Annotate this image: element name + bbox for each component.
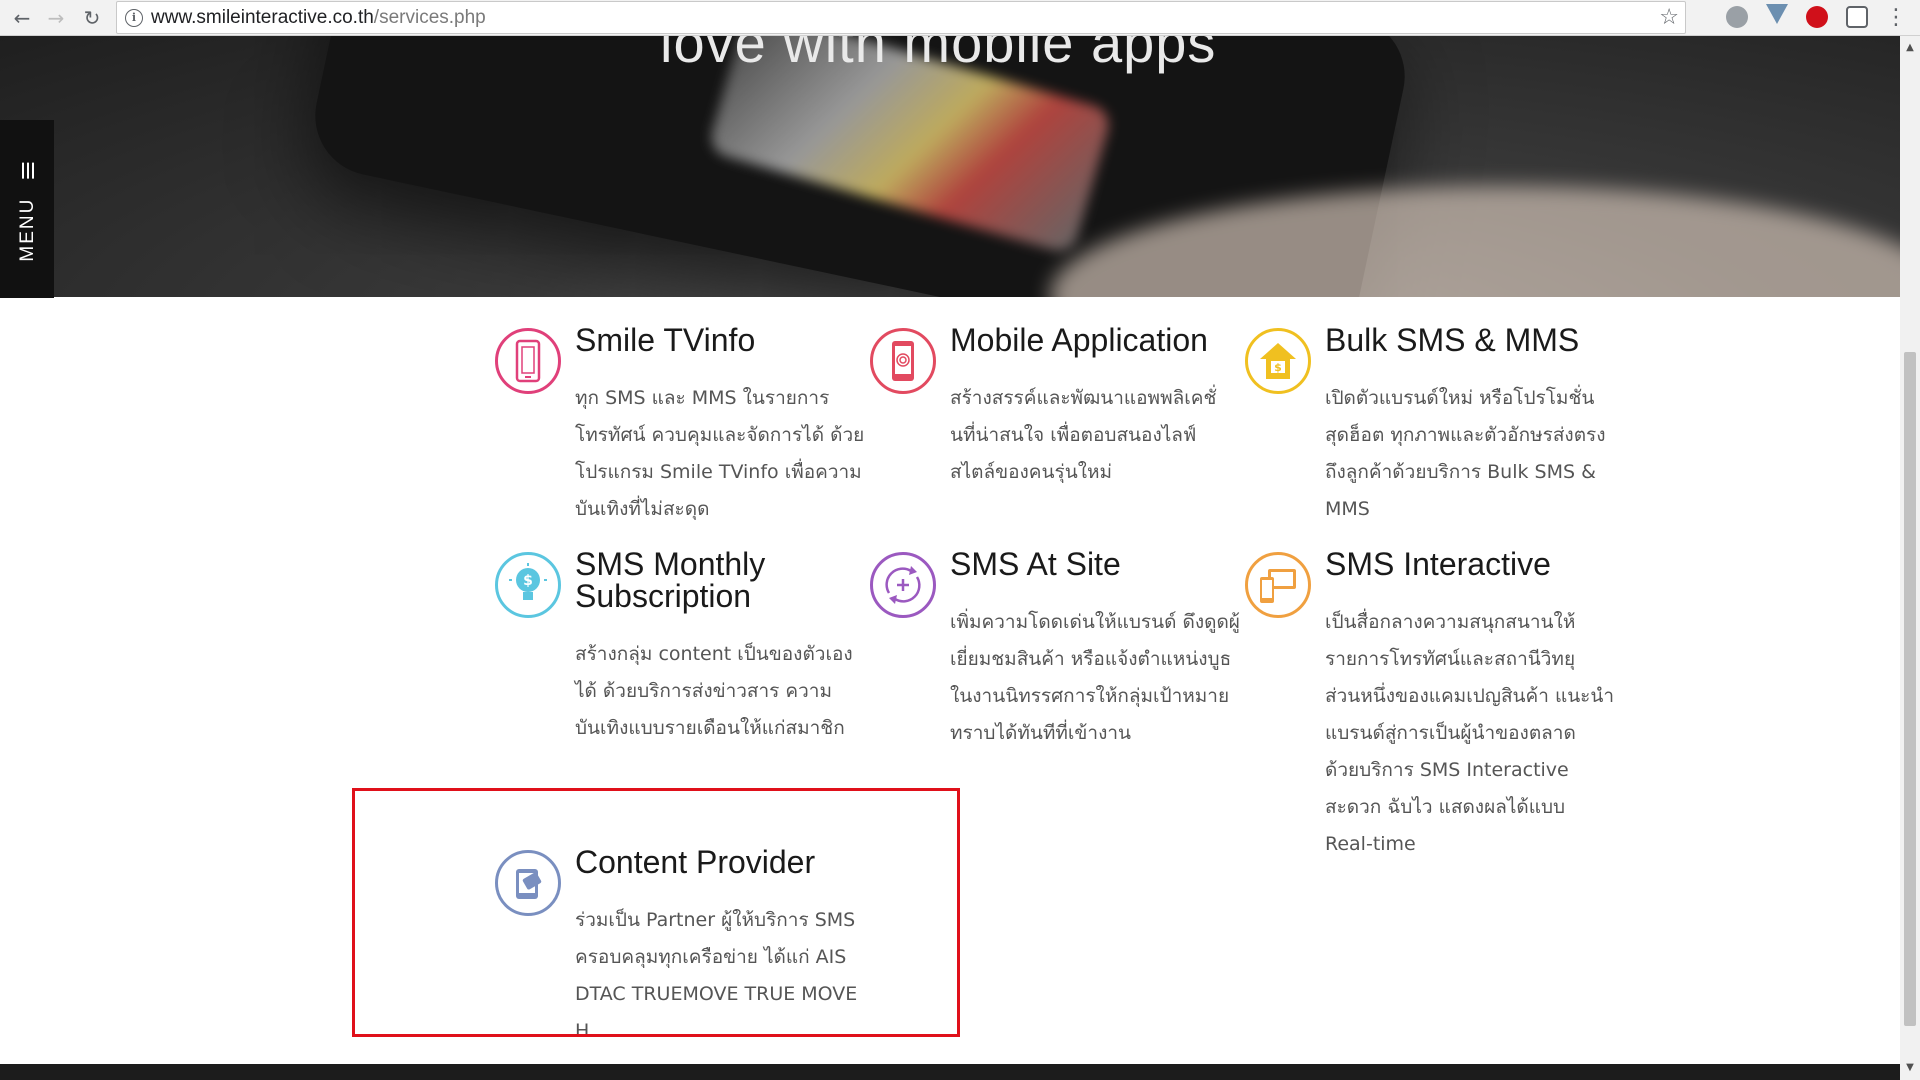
svg-text:$: $	[1274, 361, 1282, 374]
service-description: สร้างสรรค์และพัฒนาแอพพลิเคชั่นที่น่าสนใจ…	[950, 387, 1217, 483]
house-money-icon: $	[1245, 328, 1311, 394]
service-title: Mobile Application	[950, 322, 1208, 358]
hero-headline: love with mobile apps	[660, 36, 1217, 74]
service-description: ทุก SMS และ MMS ในรายการโทรทัศน์ ควบคุมแ…	[575, 387, 865, 520]
address-bar[interactable]: i www.smileinteractive.co.th/services.ph…	[116, 1, 1686, 34]
lightbulb-dollar-icon: $	[495, 552, 561, 618]
menu-dots-icon[interactable]: ⋮	[1882, 4, 1910, 32]
devices-icon	[1245, 552, 1311, 618]
page-scrollbar[interactable]: ▲ ▼	[1900, 36, 1920, 1080]
menu-label: MENU	[17, 197, 38, 262]
service-description: สร้างกลุ่ม content เป็นของตัวเองได้ ด้วย…	[575, 643, 853, 739]
svg-text:$: $	[523, 573, 533, 589]
reload-icon[interactable]: ↻	[78, 4, 106, 32]
extension-globe-icon[interactable]	[1726, 6, 1748, 28]
service-title: SMS At Site	[950, 546, 1121, 582]
service-title: SMS Monthly Subscription	[575, 546, 766, 614]
info-icon[interactable]: i	[125, 9, 143, 27]
extension-chat-icon[interactable]	[1846, 6, 1868, 28]
service-title: SMS Interactive	[1325, 546, 1551, 582]
service-description: เปิดตัวแบรนด์ใหม่ หรือโปรโมชั่นสุดฮ็อต ท…	[1325, 387, 1606, 520]
hamburger-icon	[19, 162, 37, 179]
forward-icon[interactable]: →	[42, 4, 70, 32]
service-description: เป็นสื่อกลางความสนุกสนานให้รายการโทรทัศน…	[1325, 611, 1615, 855]
service-description: เพิ่มความโดดเด่นให้แบรนด์ ดึงดูดผู้เยี่ย…	[950, 611, 1240, 744]
highlight-frame	[352, 788, 960, 1037]
footer-bar	[0, 1064, 1900, 1080]
scroll-down-arrow-icon[interactable]: ▼	[1900, 1060, 1920, 1076]
extension-music-icon[interactable]	[1806, 6, 1828, 28]
side-menu-button[interactable]: MENU	[0, 120, 54, 298]
phone-icon	[495, 328, 561, 394]
download-arrow-icon[interactable]	[1766, 4, 1788, 24]
scroll-up-arrow-icon[interactable]: ▲	[1900, 40, 1920, 56]
service-title: Bulk SMS & MMS	[1325, 322, 1580, 358]
location-exchange-icon	[870, 552, 936, 618]
hero-banner: love with mobile apps	[0, 36, 1900, 297]
back-icon[interactable]: ←	[8, 4, 36, 32]
bookmark-star-icon[interactable]: ☆	[1659, 5, 1679, 30]
fingerprint-phone-icon	[870, 328, 936, 394]
url-text[interactable]: www.smileinteractive.co.th/services.php	[151, 7, 486, 29]
scroll-thumb[interactable]	[1904, 352, 1916, 1026]
service-title: Smile TVinfo	[575, 322, 756, 358]
browser-toolbar: ← → ↻ i www.smileinteractive.co.th/servi…	[0, 0, 1920, 36]
